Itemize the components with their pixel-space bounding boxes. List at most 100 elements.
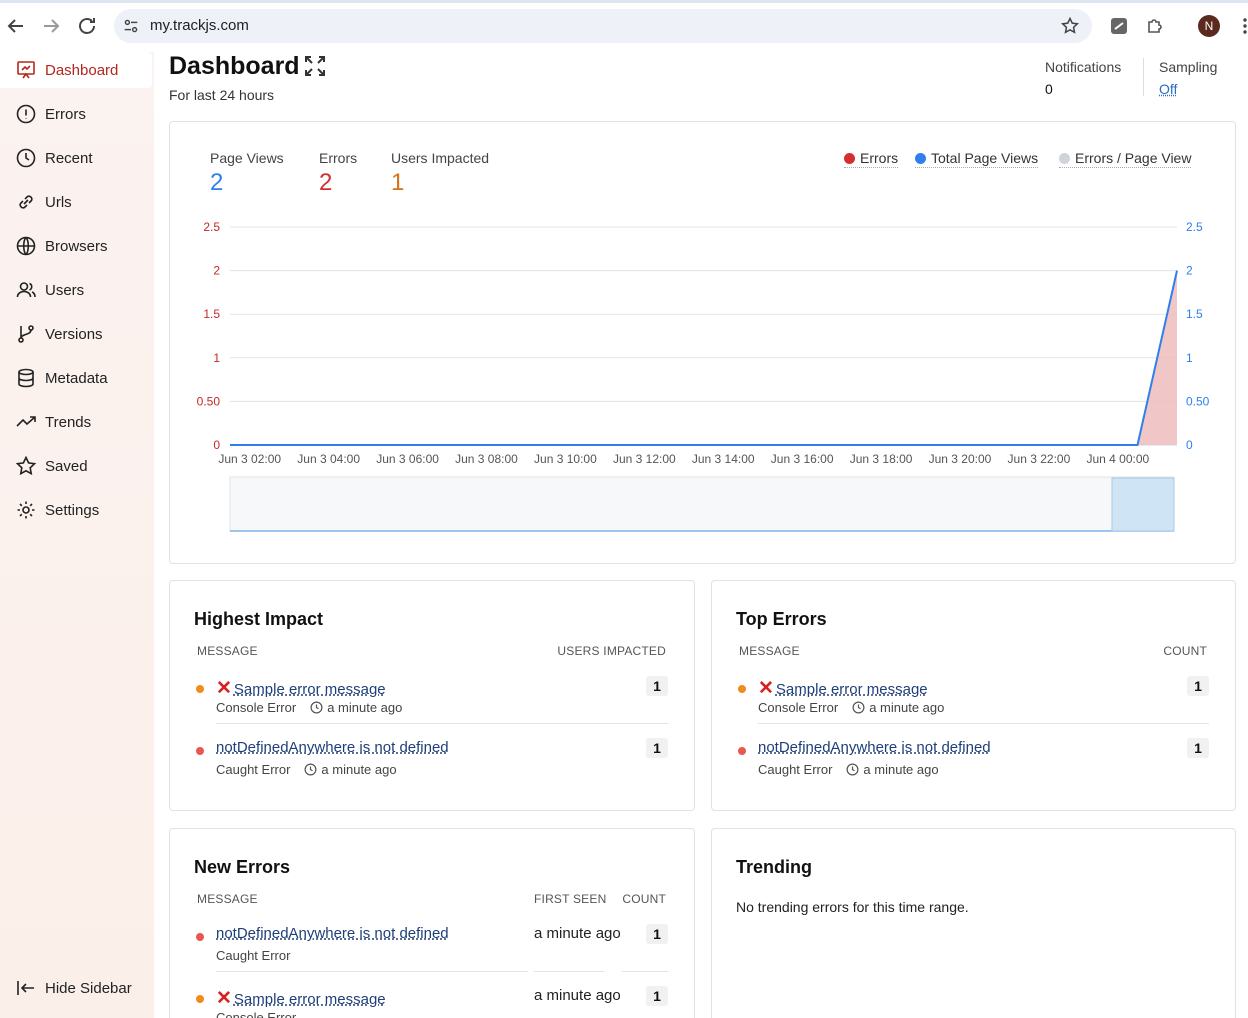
row-divider xyxy=(534,971,604,972)
y-right-tick-label: 1 xyxy=(1186,351,1193,365)
first-seen-value: a minute ago xyxy=(534,987,621,1004)
list-item: ✕ Sample error message Console Error a mi… xyxy=(194,983,668,1018)
extension-icon[interactable] xyxy=(1109,16,1129,36)
sidebar-item-settings[interactable]: Settings xyxy=(0,492,152,528)
count-badge: 1 xyxy=(646,676,668,696)
hide-sidebar-button[interactable]: Hide Sidebar xyxy=(0,970,152,1006)
error-time: a minute ago xyxy=(863,762,939,777)
forward-arrow-icon[interactable] xyxy=(39,14,63,38)
globe-icon xyxy=(15,235,37,257)
page-title: Dashboard xyxy=(169,52,300,80)
sidebar: Dashboard Errors Recent Urls Browsers Us… xyxy=(0,52,154,1018)
hide-sidebar-label: Hide Sidebar xyxy=(45,979,132,997)
sampling-stat: Sampling Off xyxy=(1159,59,1217,97)
x-mark-icon: ✕ xyxy=(216,678,232,699)
sidebar-item-errors[interactable]: Errors xyxy=(0,96,152,132)
error-message-link[interactable]: notDefinedAnywhere is not defined xyxy=(758,739,991,756)
sidebar-item-recent[interactable]: Recent xyxy=(0,140,152,176)
column-header-count[interactable]: COUNT xyxy=(1163,644,1207,658)
x-tick-label: Jun 3 16:00 xyxy=(771,452,834,466)
y-left-tick-label: 1 xyxy=(213,351,220,365)
count-badge: 1 xyxy=(646,924,668,944)
column-header-message: MESSAGE xyxy=(739,644,800,658)
site-settings-icon[interactable] xyxy=(122,17,140,35)
back-arrow-icon[interactable] xyxy=(4,14,28,38)
column-header-users-impacted[interactable]: USERS IMPACTED xyxy=(557,644,666,658)
sampling-toggle-link[interactable]: Off xyxy=(1159,81,1217,97)
error-message-link[interactable]: ✕ Sample error message xyxy=(758,677,928,700)
error-meta: Console Error a minute ago xyxy=(758,700,944,715)
error-message-link[interactable]: ✕ Sample error message xyxy=(216,677,386,700)
x-mark-icon: ✕ xyxy=(216,988,232,1009)
error-message-link[interactable]: ✕ Sample error message xyxy=(216,987,386,1010)
x-tick-label: Jun 3 02:00 xyxy=(218,452,281,466)
x-mark-icon: ✕ xyxy=(758,678,774,699)
x-tick-label: Jun 3 10:00 xyxy=(534,452,597,466)
column-header-first-seen[interactable]: FIRST SEEN xyxy=(534,892,606,906)
severity-dot xyxy=(196,747,204,755)
row-divider xyxy=(758,723,1209,724)
row-divider xyxy=(622,971,668,972)
bookmark-star-icon[interactable] xyxy=(1060,16,1080,36)
presentation-chart-icon xyxy=(15,59,37,81)
sidebar-item-dashboard[interactable]: Dashboard xyxy=(0,52,152,88)
error-time: a minute ago xyxy=(327,700,403,715)
y-right-tick-label: 0.50 xyxy=(1186,394,1210,408)
list-item: ✕ Sample error message Console Error a mi… xyxy=(194,673,668,735)
clock-icon xyxy=(15,147,37,169)
puzzle-extensions-icon[interactable] xyxy=(1145,16,1165,36)
y-left-tick-label: 0 xyxy=(213,438,220,452)
first-seen-value: a minute ago xyxy=(534,925,621,942)
column-header-message: MESSAGE xyxy=(197,644,258,658)
sidebar-item-trends[interactable]: Trends xyxy=(0,404,152,440)
severity-dot xyxy=(196,995,204,1003)
url-text: my.trackjs.com xyxy=(150,17,249,34)
sidebar-item-users[interactable]: Users xyxy=(0,272,152,308)
star-icon xyxy=(15,455,37,477)
clock-icon xyxy=(852,701,865,714)
browser-menu-icon[interactable] xyxy=(1236,16,1248,36)
overview-chart-card: Page Views 2 Errors 2 Users Impacted 1 E… xyxy=(169,121,1236,564)
error-message-link[interactable]: notDefinedAnywhere is not defined xyxy=(216,739,449,756)
sidebar-item-browsers[interactable]: Browsers xyxy=(0,228,152,264)
tab-strip xyxy=(0,0,1248,3)
trend-line-icon xyxy=(15,411,37,433)
list-item: ✕ Sample error message Console Error a mi… xyxy=(736,673,1209,735)
severity-dot xyxy=(196,933,204,941)
new-errors-panel: New Errors MESSAGE FIRST SEEN COUNT notD… xyxy=(169,828,695,1018)
y-left-tick-label: 2 xyxy=(213,264,220,278)
severity-dot xyxy=(738,747,746,755)
severity-dot xyxy=(738,685,746,693)
reload-icon[interactable] xyxy=(75,14,99,38)
page-subtitle: For last 24 hours xyxy=(169,87,275,103)
sidebar-item-label: Versions xyxy=(45,325,103,343)
count-badge: 1 xyxy=(646,986,668,1006)
error-message-link[interactable]: notDefinedAnywhere is not defined xyxy=(216,925,449,942)
profile-avatar[interactable]: N xyxy=(1198,15,1220,37)
x-tick-label: Jun 3 18:00 xyxy=(850,452,913,466)
error-meta: Console Error xyxy=(216,1010,296,1018)
sidebar-item-urls[interactable]: Urls xyxy=(0,184,152,220)
error-time: a minute ago xyxy=(321,762,397,777)
sidebar-item-saved[interactable]: Saved xyxy=(0,448,152,484)
header-divider xyxy=(1143,58,1144,96)
empty-state-text: No trending errors for this time range. xyxy=(736,899,969,915)
y-right-tick-label: 2.5 xyxy=(1186,220,1203,234)
database-icon xyxy=(15,367,37,389)
x-tick-label: Jun 3 14:00 xyxy=(692,452,755,466)
address-bar[interactable]: my.trackjs.com xyxy=(114,9,1092,43)
panel-title: Trending xyxy=(736,857,812,877)
row-divider xyxy=(216,723,668,724)
column-header-count[interactable]: COUNT xyxy=(622,892,666,906)
sidebar-item-versions[interactable]: Versions xyxy=(0,316,152,352)
list-item: notDefinedAnywhere is not defined Caught… xyxy=(194,921,668,983)
alert-circle-icon xyxy=(15,103,37,125)
sidebar-item-metadata[interactable]: Metadata xyxy=(0,360,152,396)
navigator-selection xyxy=(1111,477,1175,532)
sidebar-item-label: Users xyxy=(45,281,85,299)
panel-title: Highest Impact xyxy=(194,609,324,629)
column-header-message: MESSAGE xyxy=(197,892,258,906)
severity-dot xyxy=(196,685,204,693)
error-meta: Console Error a minute ago xyxy=(216,700,402,715)
fullscreen-icon[interactable] xyxy=(303,54,327,78)
